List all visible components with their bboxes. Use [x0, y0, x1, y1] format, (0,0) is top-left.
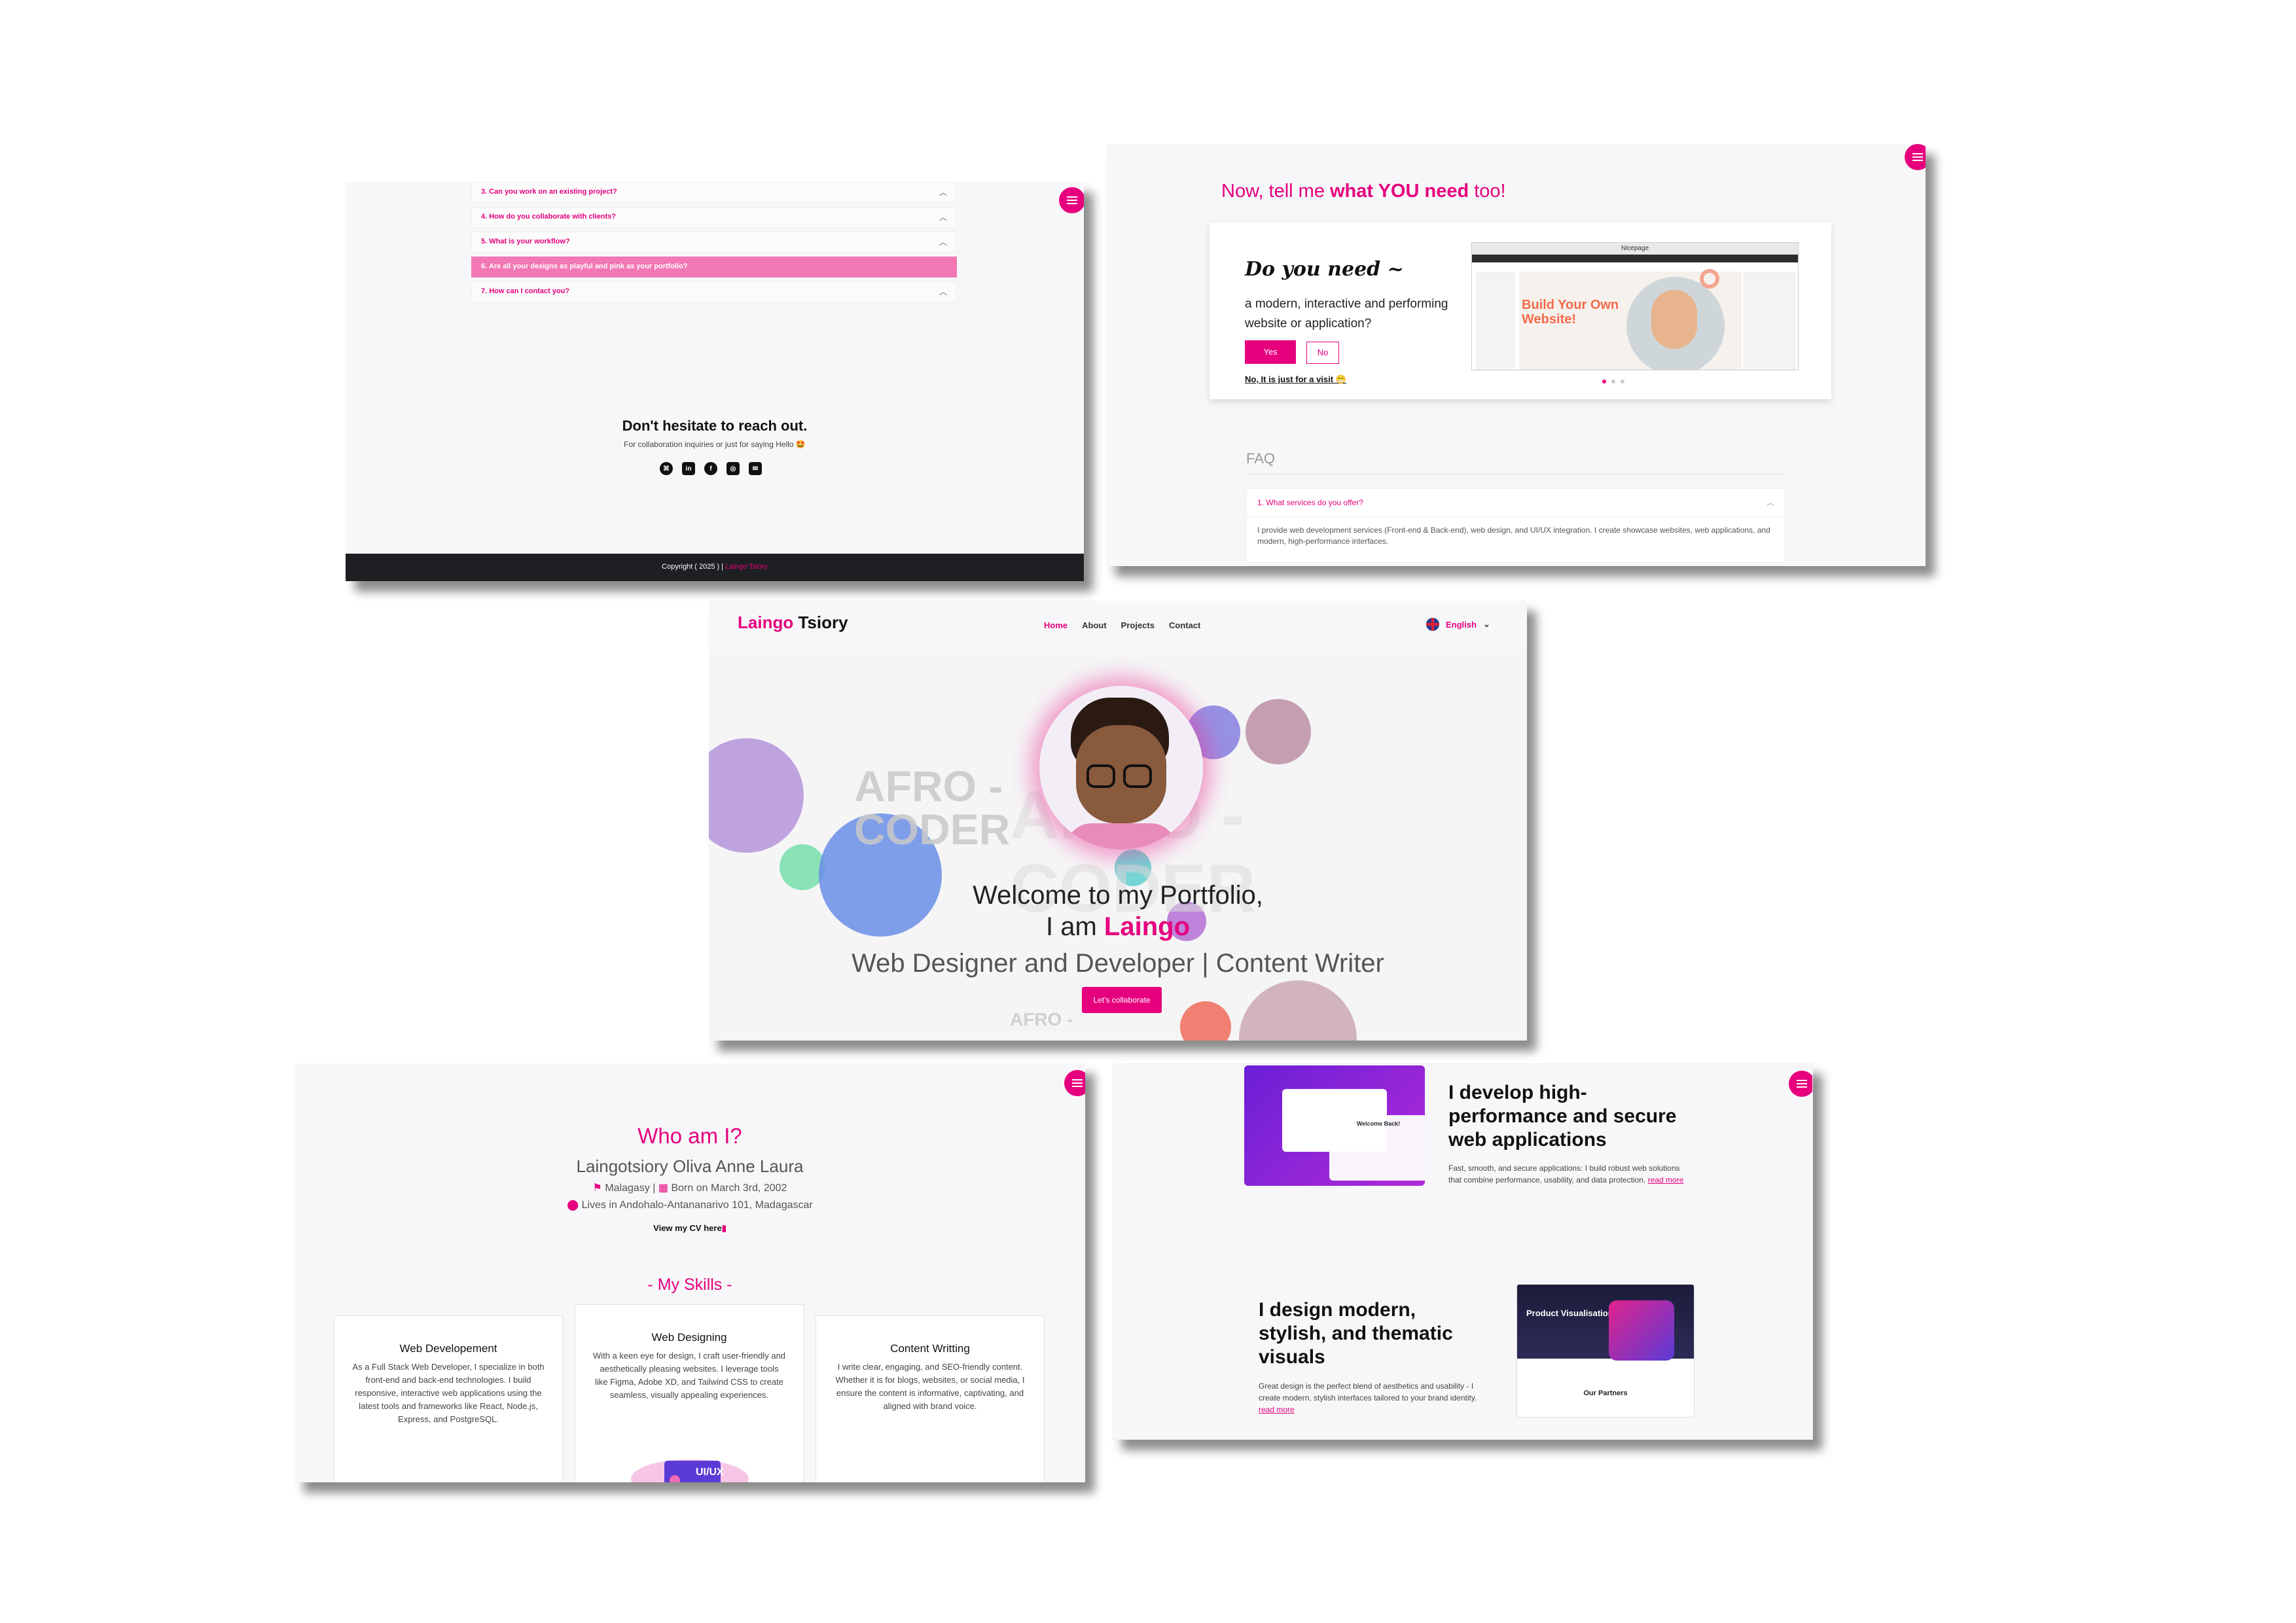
- faq-item-active[interactable]: 6. Are all your designs as playful and p…: [471, 257, 957, 277]
- hero-panel: AFRO -CODER AFRO -CODER AFRO - Laingo Ts…: [709, 601, 1527, 1041]
- skill-text: As a Full Stack Web Developer, I special…: [352, 1362, 545, 1424]
- faq-item[interactable]: 1. What services do you offer? ︿: [1246, 488, 1785, 517]
- need-panel: Now, tell me what YOU need too! Do you n…: [1106, 144, 1926, 566]
- hamburger-icon: [1072, 1082, 1083, 1084]
- menu-button[interactable]: [1789, 1071, 1812, 1097]
- develop-text: Fast, smooth, and secure applications: I…: [1448, 1164, 1684, 1185]
- faq-item[interactable]: 7. How can I contact you? ︿: [471, 281, 957, 302]
- social-links: ⌘ in f ◎ ✉: [660, 462, 762, 475]
- contact-subtitle: For collaboration inquiries or just for …: [624, 440, 806, 449]
- faq-item[interactable]: 5. What is your workflow? ︿: [471, 232, 957, 253]
- woman-photo: [1626, 277, 1725, 370]
- product-visualisation-screenshot: Product Visualisation Our Partners: [1516, 1284, 1695, 1418]
- chevron-up-icon: ︿: [1766, 498, 1774, 507]
- footer: Copyright ( 2025 ) | Laingo Tsiory: [346, 554, 1084, 581]
- location-pin-icon: ⬤: [567, 1200, 579, 1211]
- flag-icon: ⚑: [592, 1183, 602, 1194]
- full-name: Laingotsiory Oliva Anne Laura: [576, 1156, 804, 1176]
- view-cv-link[interactable]: View my CV here▮: [295, 1223, 1085, 1234]
- location-line: ⬤ Lives in Andohalo-Antananarivo 101, Ma…: [567, 1200, 813, 1211]
- file-icon: ▮: [721, 1223, 726, 1233]
- screenshot-titlebar: Nicepage: [1472, 243, 1798, 255]
- about-panel: Who am I? Laingotsiory Oliva Anne Laura …: [295, 1063, 1085, 1482]
- uiux-illustration: UI/UX: [631, 1459, 749, 1482]
- chevron-down-icon: ⌄: [1482, 619, 1490, 629]
- read-more-link[interactable]: read more: [1648, 1175, 1684, 1185]
- contact-title: Don't hesitate to reach out.: [622, 418, 808, 434]
- menu-button[interactable]: [1059, 187, 1084, 213]
- nav-links: Home About Projects Contact: [1044, 620, 1200, 630]
- nav-home[interactable]: Home: [1044, 620, 1067, 630]
- design-heading: I design modern, stylish, and thematic v…: [1259, 1299, 1453, 1368]
- collaborate-button[interactable]: Let's collaborate: [1082, 987, 1162, 1013]
- linkedin-icon[interactable]: in: [682, 462, 695, 475]
- avatar: [1039, 686, 1203, 849]
- info-line: ⚑ Malagasy | ▦ Born on March 3rd, 2002: [592, 1183, 787, 1194]
- svg-text:UI/UX: UI/UX: [696, 1467, 724, 1478]
- uk-flag-icon: [1426, 618, 1439, 631]
- footer-name[interactable]: Laingo Tsiory: [725, 563, 768, 571]
- chevron-up-icon: ︿: [939, 188, 947, 197]
- footer-copyright: Copyright ( 2025 ) |: [662, 563, 724, 571]
- menu-button[interactable]: [1905, 144, 1926, 170]
- chevron-up-icon: ︿: [939, 287, 947, 296]
- screenshot-headline: Build Your Own Website!: [1522, 298, 1619, 327]
- design-text: Great design is the perfect blend of aes…: [1259, 1382, 1477, 1414]
- nicepage-screenshot: Nicepage Build Your Own Website!: [1471, 242, 1799, 370]
- nav-contact[interactable]: Contact: [1169, 620, 1200, 630]
- mail-icon[interactable]: ✉: [749, 462, 762, 475]
- carousel-dots[interactable]: [1602, 380, 1624, 383]
- just-visit-link[interactable]: No, It is just for a visit 😁: [1245, 374, 1346, 385]
- hero-name-line: I am Laingo: [1046, 912, 1190, 941]
- skill-card: Content Writting I write clear, engaging…: [816, 1315, 1045, 1482]
- faq-contact-panel: 3. Can you work on an existing project? ︿…: [346, 182, 1084, 581]
- no-button[interactable]: No: [1306, 342, 1339, 364]
- navbar: Laingo Tsiory Home About Projects Contac…: [709, 601, 1527, 651]
- yes-button[interactable]: Yes: [1245, 340, 1296, 364]
- logo[interactable]: Laingo Tsiory: [738, 613, 848, 633]
- faq-item[interactable]: 4. How do you collaborate with clients? ︿: [471, 207, 957, 228]
- skill-card: Web Designing With a keen eye for design…: [575, 1304, 804, 1482]
- skill-title: Content Writting: [890, 1342, 970, 1355]
- language-selector[interactable]: English ⌄: [1426, 618, 1490, 631]
- skill-text: I write clear, engaging, and SEO-friendl…: [835, 1362, 1025, 1411]
- github-icon[interactable]: ⌘: [660, 462, 673, 475]
- read-more-link[interactable]: read more: [1259, 1405, 1295, 1414]
- need-card: Do you need ~ a modern, interactive and …: [1210, 223, 1831, 399]
- hero-welcome: Welcome to my Portfolio,: [973, 881, 1263, 910]
- nav-projects[interactable]: Projects: [1121, 620, 1155, 630]
- faq-item[interactable]: 3. Can you work on an existing project? ︿: [471, 182, 957, 203]
- need-title: Now, tell me what YOU need too!: [1221, 181, 1506, 202]
- login-app-screenshot: Welcome Back!: [1244, 1065, 1425, 1186]
- skill-title: Web Developement: [399, 1342, 497, 1355]
- faq-answer: I provide web development services (Fron…: [1246, 517, 1785, 563]
- skills-heading: - My Skills -: [647, 1275, 732, 1294]
- nav-about[interactable]: About: [1082, 620, 1107, 630]
- menu-button[interactable]: [1064, 1070, 1085, 1096]
- develop-heading: I develop high-performance and secure we…: [1448, 1082, 1677, 1150]
- gears-illustration: [406, 1477, 492, 1482]
- services-panel: Welcome Back! I develop high-performance…: [1113, 1063, 1813, 1440]
- instagram-icon[interactable]: ◎: [726, 462, 740, 475]
- do-you-need-heading: Do you need ~: [1245, 258, 1404, 281]
- chevron-up-icon: ︿: [939, 238, 947, 247]
- writing-illustration: [888, 1477, 973, 1482]
- faq-heading: FAQ: [1246, 450, 1276, 467]
- who-am-i-heading: Who am I?: [637, 1124, 742, 1148]
- skill-title: Web Designing: [651, 1331, 727, 1344]
- hero-role: Web Designer and Developer | Content Wri…: [852, 949, 1384, 978]
- calendar-icon: ▦: [658, 1183, 668, 1194]
- need-description: a modern, interactive and performing web…: [1245, 297, 1448, 330]
- facebook-icon[interactable]: f: [704, 462, 717, 475]
- hamburger-icon: [1797, 1083, 1807, 1084]
- skill-card: Web Developement As a Full Stack Web Dev…: [334, 1315, 563, 1482]
- bg-text-afro-coder: AFRO - CODER: [854, 762, 1011, 853]
- chevron-up-icon: ︿: [939, 213, 947, 222]
- hamburger-icon: [1912, 156, 1923, 158]
- skill-text: With a keen eye for design, I craft user…: [592, 1351, 786, 1400]
- hamburger-icon: [1067, 200, 1077, 201]
- bg-text-small: AFRO -: [1010, 1009, 1073, 1029]
